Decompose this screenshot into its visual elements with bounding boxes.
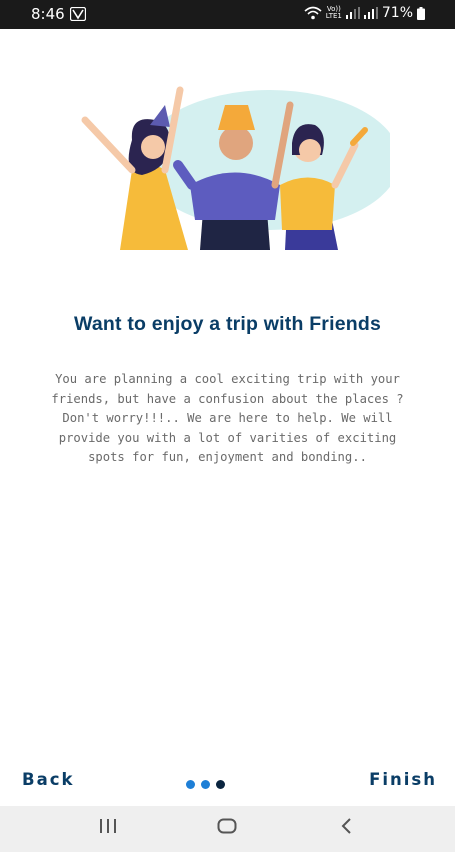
battery-icon: [417, 6, 425, 20]
home-icon[interactable]: [217, 818, 237, 834]
wifi-icon: [304, 6, 322, 20]
page-indicator: [186, 780, 225, 789]
page-dot-1: [186, 780, 195, 789]
system-navigation-bar: [0, 806, 455, 852]
page-dot-3-active: [216, 780, 225, 789]
back-button[interactable]: Back: [22, 770, 74, 789]
finish-button[interactable]: Finish: [369, 770, 437, 789]
battery-percent: 71%: [381, 5, 413, 21]
status-bar: 8:46 Vo)) LTE1 71%: [0, 0, 455, 29]
app-notification-icon: [70, 7, 86, 21]
recents-icon[interactable]: [99, 818, 117, 834]
friends-party-illustration: [81, 86, 390, 250]
page-description: You are planning a cool exciting trip wi…: [51, 372, 404, 464]
signal-icon: [345, 7, 360, 19]
page-dot-2: [201, 780, 210, 789]
status-indicators: Vo)) LTE1 71%: [304, 5, 425, 21]
back-icon[interactable]: [340, 818, 352, 834]
status-time: 8:46: [31, 5, 65, 23]
page-title: Want to enjoy a trip with Friends: [73, 313, 382, 335]
volte-label: Vo)) LTE1: [325, 5, 342, 20]
signal-icon-2: [363, 7, 378, 19]
